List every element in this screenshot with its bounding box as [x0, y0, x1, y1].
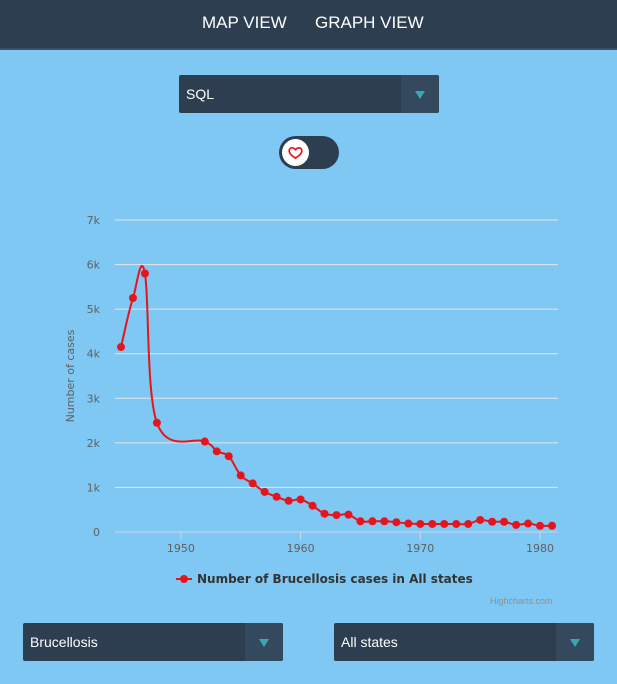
chevron-down-icon	[259, 639, 269, 647]
data-point	[332, 511, 341, 520]
data-point	[272, 492, 281, 501]
legend-label: Number of Brucellosis cases in All state…	[197, 572, 473, 586]
state-select-arrow[interactable]	[556, 623, 594, 661]
y-tick-label: 6k	[87, 259, 101, 272]
query-select-value: SQL	[186, 86, 215, 102]
data-point	[548, 521, 557, 530]
y-tick-label: 7k	[87, 214, 101, 227]
data-point	[416, 519, 425, 528]
query-select[interactable]: SQL	[179, 75, 439, 113]
legend-marker	[180, 575, 188, 583]
data-point	[404, 519, 413, 528]
data-point	[368, 517, 377, 526]
data-point	[224, 452, 233, 461]
data-point	[260, 487, 269, 496]
y-tick-label: 3k	[87, 392, 101, 405]
y-tick-label: 1k	[87, 481, 101, 494]
y-tick-label: 0	[93, 526, 100, 539]
x-tick-label: 1950	[167, 542, 195, 555]
state-select[interactable]: All states	[334, 623, 594, 661]
disease-select-arrow[interactable]	[245, 623, 283, 661]
toggle-knob[interactable]	[282, 139, 309, 166]
data-point	[128, 294, 137, 302]
data-point	[500, 517, 509, 526]
data-point	[200, 437, 209, 446]
data-point	[512, 520, 521, 529]
data-point	[536, 521, 545, 530]
x-tick-label: 1980	[526, 542, 554, 555]
data-point	[308, 501, 317, 510]
data-point	[212, 447, 221, 456]
data-point	[236, 471, 245, 480]
data-point	[152, 418, 161, 427]
y-tick-label: 2k	[87, 437, 101, 450]
disease-select[interactable]: Brucellosis	[23, 623, 283, 661]
data-point	[440, 519, 449, 528]
nav-graph-view[interactable]: GRAPH VIEW	[315, 13, 424, 33]
top-nav-bar: MAP VIEW GRAPH VIEW	[0, 0, 617, 50]
nav-map-view[interactable]: MAP VIEW	[202, 13, 287, 33]
data-point	[320, 509, 329, 518]
state-select-value: All states	[341, 634, 398, 650]
chevron-down-icon	[570, 639, 580, 647]
data-point	[392, 518, 401, 527]
data-point	[428, 519, 437, 528]
query-select-arrow[interactable]	[401, 75, 439, 113]
y-tick-label: 4k	[87, 348, 101, 361]
data-point	[380, 517, 389, 526]
data-point	[296, 495, 305, 504]
data-point	[452, 519, 461, 528]
x-tick-label: 1970	[406, 542, 434, 555]
line-chart: 0 1k 2k 3k 4k 5k 6k 7k 1950 1960 1970 1980 Number of…	[64, 214, 558, 586]
chart-credit[interactable]: Highcharts.com	[490, 596, 553, 606]
y-tick-label: 5k	[87, 303, 101, 316]
y-axis-title: Number of cases	[64, 329, 77, 422]
data-point	[488, 517, 497, 526]
heart-icon	[288, 147, 303, 159]
data-point	[476, 515, 485, 524]
data-point	[284, 496, 293, 505]
data-point	[248, 479, 257, 488]
data-point	[356, 517, 365, 526]
data-point	[464, 519, 473, 528]
x-tick-label: 1960	[287, 542, 315, 555]
chevron-down-icon	[415, 91, 425, 99]
data-point	[524, 519, 533, 528]
data-point	[140, 269, 149, 278]
data-point	[344, 510, 353, 519]
favorite-toggle[interactable]	[279, 136, 339, 169]
data-point	[116, 343, 125, 352]
disease-select-value: Brucellosis	[30, 634, 98, 650]
